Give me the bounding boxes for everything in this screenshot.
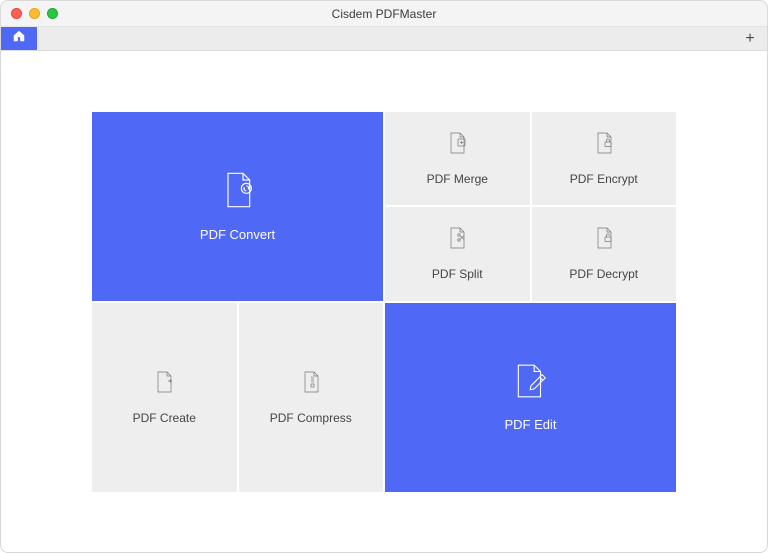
pdf-encrypt-icon bbox=[594, 131, 614, 158]
home-tab[interactable] bbox=[1, 27, 37, 50]
tool-grid: PDF Convert PDF Merge bbox=[92, 112, 676, 492]
app-window: Cisdem PDFMaster + bbox=[0, 0, 768, 553]
pdf-edit-tile[interactable]: PDF Edit bbox=[385, 303, 676, 492]
pdf-decrypt-tile[interactable]: PDF Decrypt bbox=[532, 207, 677, 301]
minimize-window-button[interactable] bbox=[29, 8, 40, 19]
pdf-convert-label: PDF Convert bbox=[200, 227, 275, 242]
pdf-convert-tile[interactable]: PDF Convert bbox=[92, 112, 383, 301]
pdf-decrypt-label: PDF Decrypt bbox=[569, 267, 638, 281]
home-icon bbox=[12, 29, 26, 48]
pdf-encrypt-tile[interactable]: PDF Encrypt bbox=[532, 112, 677, 206]
pdf-merge-label: PDF Merge bbox=[427, 172, 488, 186]
window-title: Cisdem PDFMaster bbox=[1, 7, 767, 21]
pdf-merge-tile[interactable]: PDF Merge bbox=[385, 112, 530, 206]
pdf-split-tile[interactable]: PDF Split bbox=[385, 207, 530, 301]
pdf-create-icon bbox=[154, 370, 174, 397]
pdf-create-label: PDF Create bbox=[133, 411, 196, 425]
pdf-compress-tile[interactable]: PDF Compress bbox=[239, 303, 384, 492]
plus-icon: + bbox=[745, 30, 754, 48]
tabbar: + bbox=[1, 27, 767, 51]
pdf-decrypt-icon bbox=[594, 226, 614, 253]
pdf-merge-icon bbox=[447, 131, 467, 158]
pdf-edit-icon bbox=[513, 362, 549, 403]
pdf-convert-icon bbox=[221, 170, 255, 213]
pdf-split-label: PDF Split bbox=[432, 267, 483, 281]
add-tab-button[interactable]: + bbox=[739, 27, 761, 50]
zoom-window-button[interactable] bbox=[47, 8, 58, 19]
traffic-lights bbox=[11, 8, 58, 19]
pdf-compress-icon bbox=[301, 370, 321, 397]
pdf-split-icon bbox=[447, 226, 467, 253]
content-area: PDF Convert PDF Merge bbox=[1, 51, 767, 552]
pdf-encrypt-label: PDF Encrypt bbox=[570, 172, 638, 186]
pdf-edit-label: PDF Edit bbox=[504, 417, 556, 432]
pdf-create-tile[interactable]: PDF Create bbox=[92, 303, 237, 492]
pdf-compress-label: PDF Compress bbox=[270, 411, 352, 425]
close-window-button[interactable] bbox=[11, 8, 22, 19]
titlebar: Cisdem PDFMaster bbox=[1, 1, 767, 27]
